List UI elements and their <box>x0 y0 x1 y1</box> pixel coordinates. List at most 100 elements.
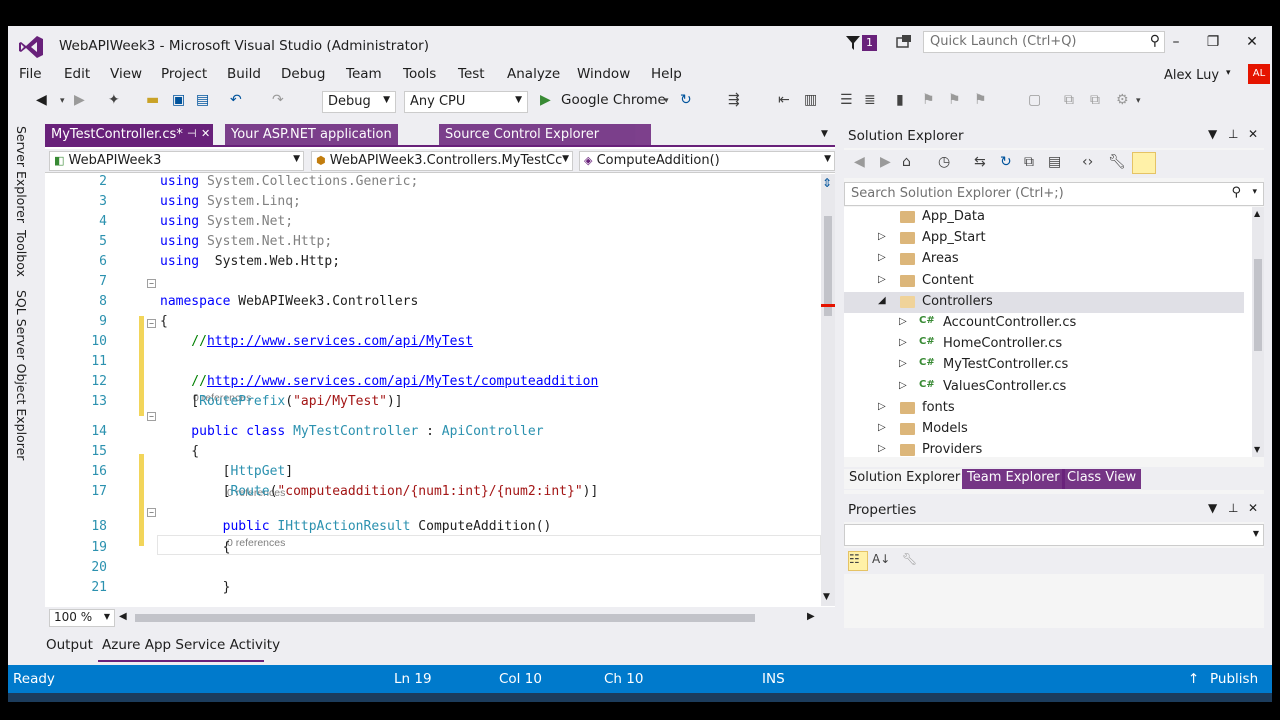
code-line[interactable]: 12 //http://www.services.com/api/MyTest/… <box>45 374 821 394</box>
categorized-icon[interactable]: ☷ <box>848 551 868 571</box>
code-line[interactable]: 6 using System.Web.Http; <box>45 254 821 274</box>
save-icon[interactable]: ▣ <box>172 92 185 108</box>
tab-overflow-icon[interactable]: ▼ <box>821 129 828 139</box>
tab-source-control-explorer[interactable]: Source Control Explorer <box>439 124 651 147</box>
collapse-icon[interactable]: − <box>147 508 156 517</box>
code-line[interactable]: 2 using System.Collections.Generic; <box>45 174 821 194</box>
new-project-icon[interactable]: ✦ <box>108 92 120 108</box>
menu-window[interactable]: Window <box>577 66 630 82</box>
properties-wrench-icon[interactable]: 🔧︎ <box>1108 154 1126 170</box>
expand-arrow-icon[interactable]: ▷ <box>899 337 907 348</box>
collapse-all-icon[interactable]: ⧉ <box>1024 154 1034 170</box>
expand-arrow-icon[interactable]: ◢ <box>878 295 886 306</box>
code-line[interactable]: 20 <box>45 560 821 580</box>
refresh-icon[interactable]: ↻ <box>1000 154 1012 170</box>
tree-item[interactable]: ▷ fonts <box>844 398 1244 419</box>
run-target-button[interactable]: Google Chrome <box>561 92 666 108</box>
expand-arrow-icon[interactable]: ▷ <box>878 231 886 242</box>
side-tab-server-explorer[interactable]: Server Explorer <box>14 126 29 223</box>
browser-link-icon[interactable]: ⇶ <box>728 92 740 108</box>
scroll-thumb[interactable] <box>824 216 832 316</box>
menu-view[interactable]: View <box>110 66 142 82</box>
code-line[interactable]: 14 public class MyTestController : ApiCo… <box>45 424 821 444</box>
tree-item[interactable]: ◢ Controllers <box>844 291 1244 313</box>
back-icon[interactable]: ◀ <box>854 154 865 170</box>
show-all-files-icon[interactable]: ▤ <box>1048 154 1061 170</box>
pin-icon[interactable]: ⊣ <box>187 127 197 140</box>
scroll-down-icon[interactable]: ▼ <box>823 592 830 602</box>
forward-icon[interactable]: ▶ <box>880 154 891 170</box>
solution-explorer-search-input[interactable]: Search Solution Explorer (Ctrl+;) ⚲ ▾ <box>844 182 1264 206</box>
notifications-button[interactable]: 1 <box>846 35 877 51</box>
tree-item[interactable]: ▷ Providers <box>844 440 1244 461</box>
expand-arrow-icon[interactable]: ▷ <box>878 252 886 263</box>
pin-icon[interactable]: ⊥ <box>1228 501 1238 515</box>
code-link[interactable]: http://www.services.com/api/MyTest/compu… <box>207 374 598 389</box>
code-line[interactable]: 7 <box>45 274 821 294</box>
code-link[interactable]: http://www.services.com/api/MyTest <box>207 334 473 349</box>
toolbar-overflow-icon[interactable]: ▾ <box>1136 96 1141 106</box>
layout-icon[interactable]: ▥ <box>804 92 817 108</box>
menu-team[interactable]: Team <box>346 66 382 82</box>
save-all-icon[interactable]: ▤ <box>196 92 209 108</box>
code-line[interactable]: 11 <box>45 354 821 374</box>
menu-test[interactable]: Test <box>458 66 485 82</box>
bookmark-folder-icon[interactable]: ⚑ <box>974 92 987 108</box>
code-line[interactable]: 9{ <box>45 314 821 334</box>
close-icon[interactable]: ✕ <box>1248 127 1258 141</box>
menu-build[interactable]: Build <box>227 66 261 82</box>
window-position-icon[interactable]: ▼ <box>1208 501 1217 515</box>
code-line[interactable]: 16 [HttpGet] <box>45 464 821 484</box>
code-line[interactable]: 5 using System.Net.Http; <box>45 234 821 254</box>
code-text-area[interactable]: − − − − 0 references 0 references 0 refe… <box>45 174 821 606</box>
disabled-tool-icon-2[interactable]: ⧉ <box>1090 92 1100 108</box>
scroll-right-icon[interactable]: ▶ <box>807 611 815 622</box>
code-line[interactable]: 4 using System.Net; <box>45 214 821 234</box>
code-line[interactable]: 15 { <box>45 444 821 464</box>
tab-output[interactable]: Output <box>42 637 97 661</box>
tree-item[interactable]: ▷ Content <box>844 271 1244 292</box>
tab-solution-explorer[interactable]: Solution Explorer <box>844 469 966 489</box>
next-bookmark-icon[interactable]: ⚑ <box>948 92 961 108</box>
alphabetical-icon[interactable]: A↓ <box>872 552 890 566</box>
menu-file[interactable]: File <box>19 66 42 82</box>
close-button[interactable]: ✕ <box>1240 34 1264 50</box>
expand-arrow-icon[interactable]: ▷ <box>878 401 886 412</box>
object-selector[interactable]: ▼ <box>844 524 1264 546</box>
code-line[interactable]: 18 public IHttpActionResult ComputeAddit… <box>45 519 821 539</box>
menu-project[interactable]: Project <box>161 66 207 82</box>
comment-icon[interactable]: ☰ <box>840 92 853 108</box>
code-line[interactable]: 8 namespace WebAPIWeek3.Controllers <box>45 294 821 314</box>
undo-icon[interactable]: ↶ <box>230 92 242 108</box>
feedback-icon[interactable] <box>895 34 913 52</box>
code-line[interactable]: 21 } <box>45 580 821 600</box>
side-tab-sql-server-object-explorer[interactable]: SQL Server Object Explorer <box>14 290 29 460</box>
close-icon[interactable]: ✕ <box>1248 501 1258 515</box>
solution-configuration-select[interactable]: Debug ▼ <box>322 91 396 113</box>
code-line[interactable]: 3 using System.Linq; <box>45 194 821 214</box>
solution-platform-select[interactable]: Any CPU ▼ <box>404 91 528 113</box>
sync-icon[interactable]: ⇆ <box>974 154 986 170</box>
step-icon[interactable]: ⇤ <box>778 92 790 108</box>
tree-item[interactable]: ▷ Models <box>844 419 1244 440</box>
publish-button[interactable]: Publish <box>1210 671 1258 687</box>
property-pages-icon[interactable]: 🔧︎ <box>902 552 917 566</box>
code-line[interactable]: 17 [Route("computeaddition/{num1:int}/{n… <box>45 484 821 504</box>
menu-help[interactable]: Help <box>651 66 682 82</box>
disabled-tool-icon[interactable]: ⧉ <box>1064 92 1074 108</box>
tree-item[interactable]: ▷ C# AccountController.cs <box>844 313 1244 334</box>
home-icon[interactable]: ⌂ <box>902 154 911 170</box>
side-tab-toolbox[interactable]: Toolbox <box>14 230 29 277</box>
project-dropdown[interactable]: ◧ WebAPIWeek3 ▼ <box>49 151 304 171</box>
view-code-icon[interactable]: ‹› <box>1082 154 1093 170</box>
tree-item[interactable]: ▷ C# HomeController.cs <box>844 334 1244 355</box>
close-tab-icon[interactable]: ✕ <box>201 127 210 140</box>
back-dropdown-icon[interactable]: ▾ <box>60 96 65 106</box>
start-debugging-icon[interactable]: ▶ <box>540 92 551 108</box>
horizontal-scroll-thumb[interactable] <box>135 614 755 622</box>
menu-edit[interactable]: Edit <box>64 66 90 82</box>
forward-icon[interactable]: ▶ <box>74 92 85 108</box>
expand-arrow-icon[interactable]: ▷ <box>878 422 886 433</box>
tree-item[interactable]: ▷ C# ValuesController.cs <box>844 377 1244 398</box>
bookmark-icon[interactable]: ▮ <box>896 92 904 108</box>
